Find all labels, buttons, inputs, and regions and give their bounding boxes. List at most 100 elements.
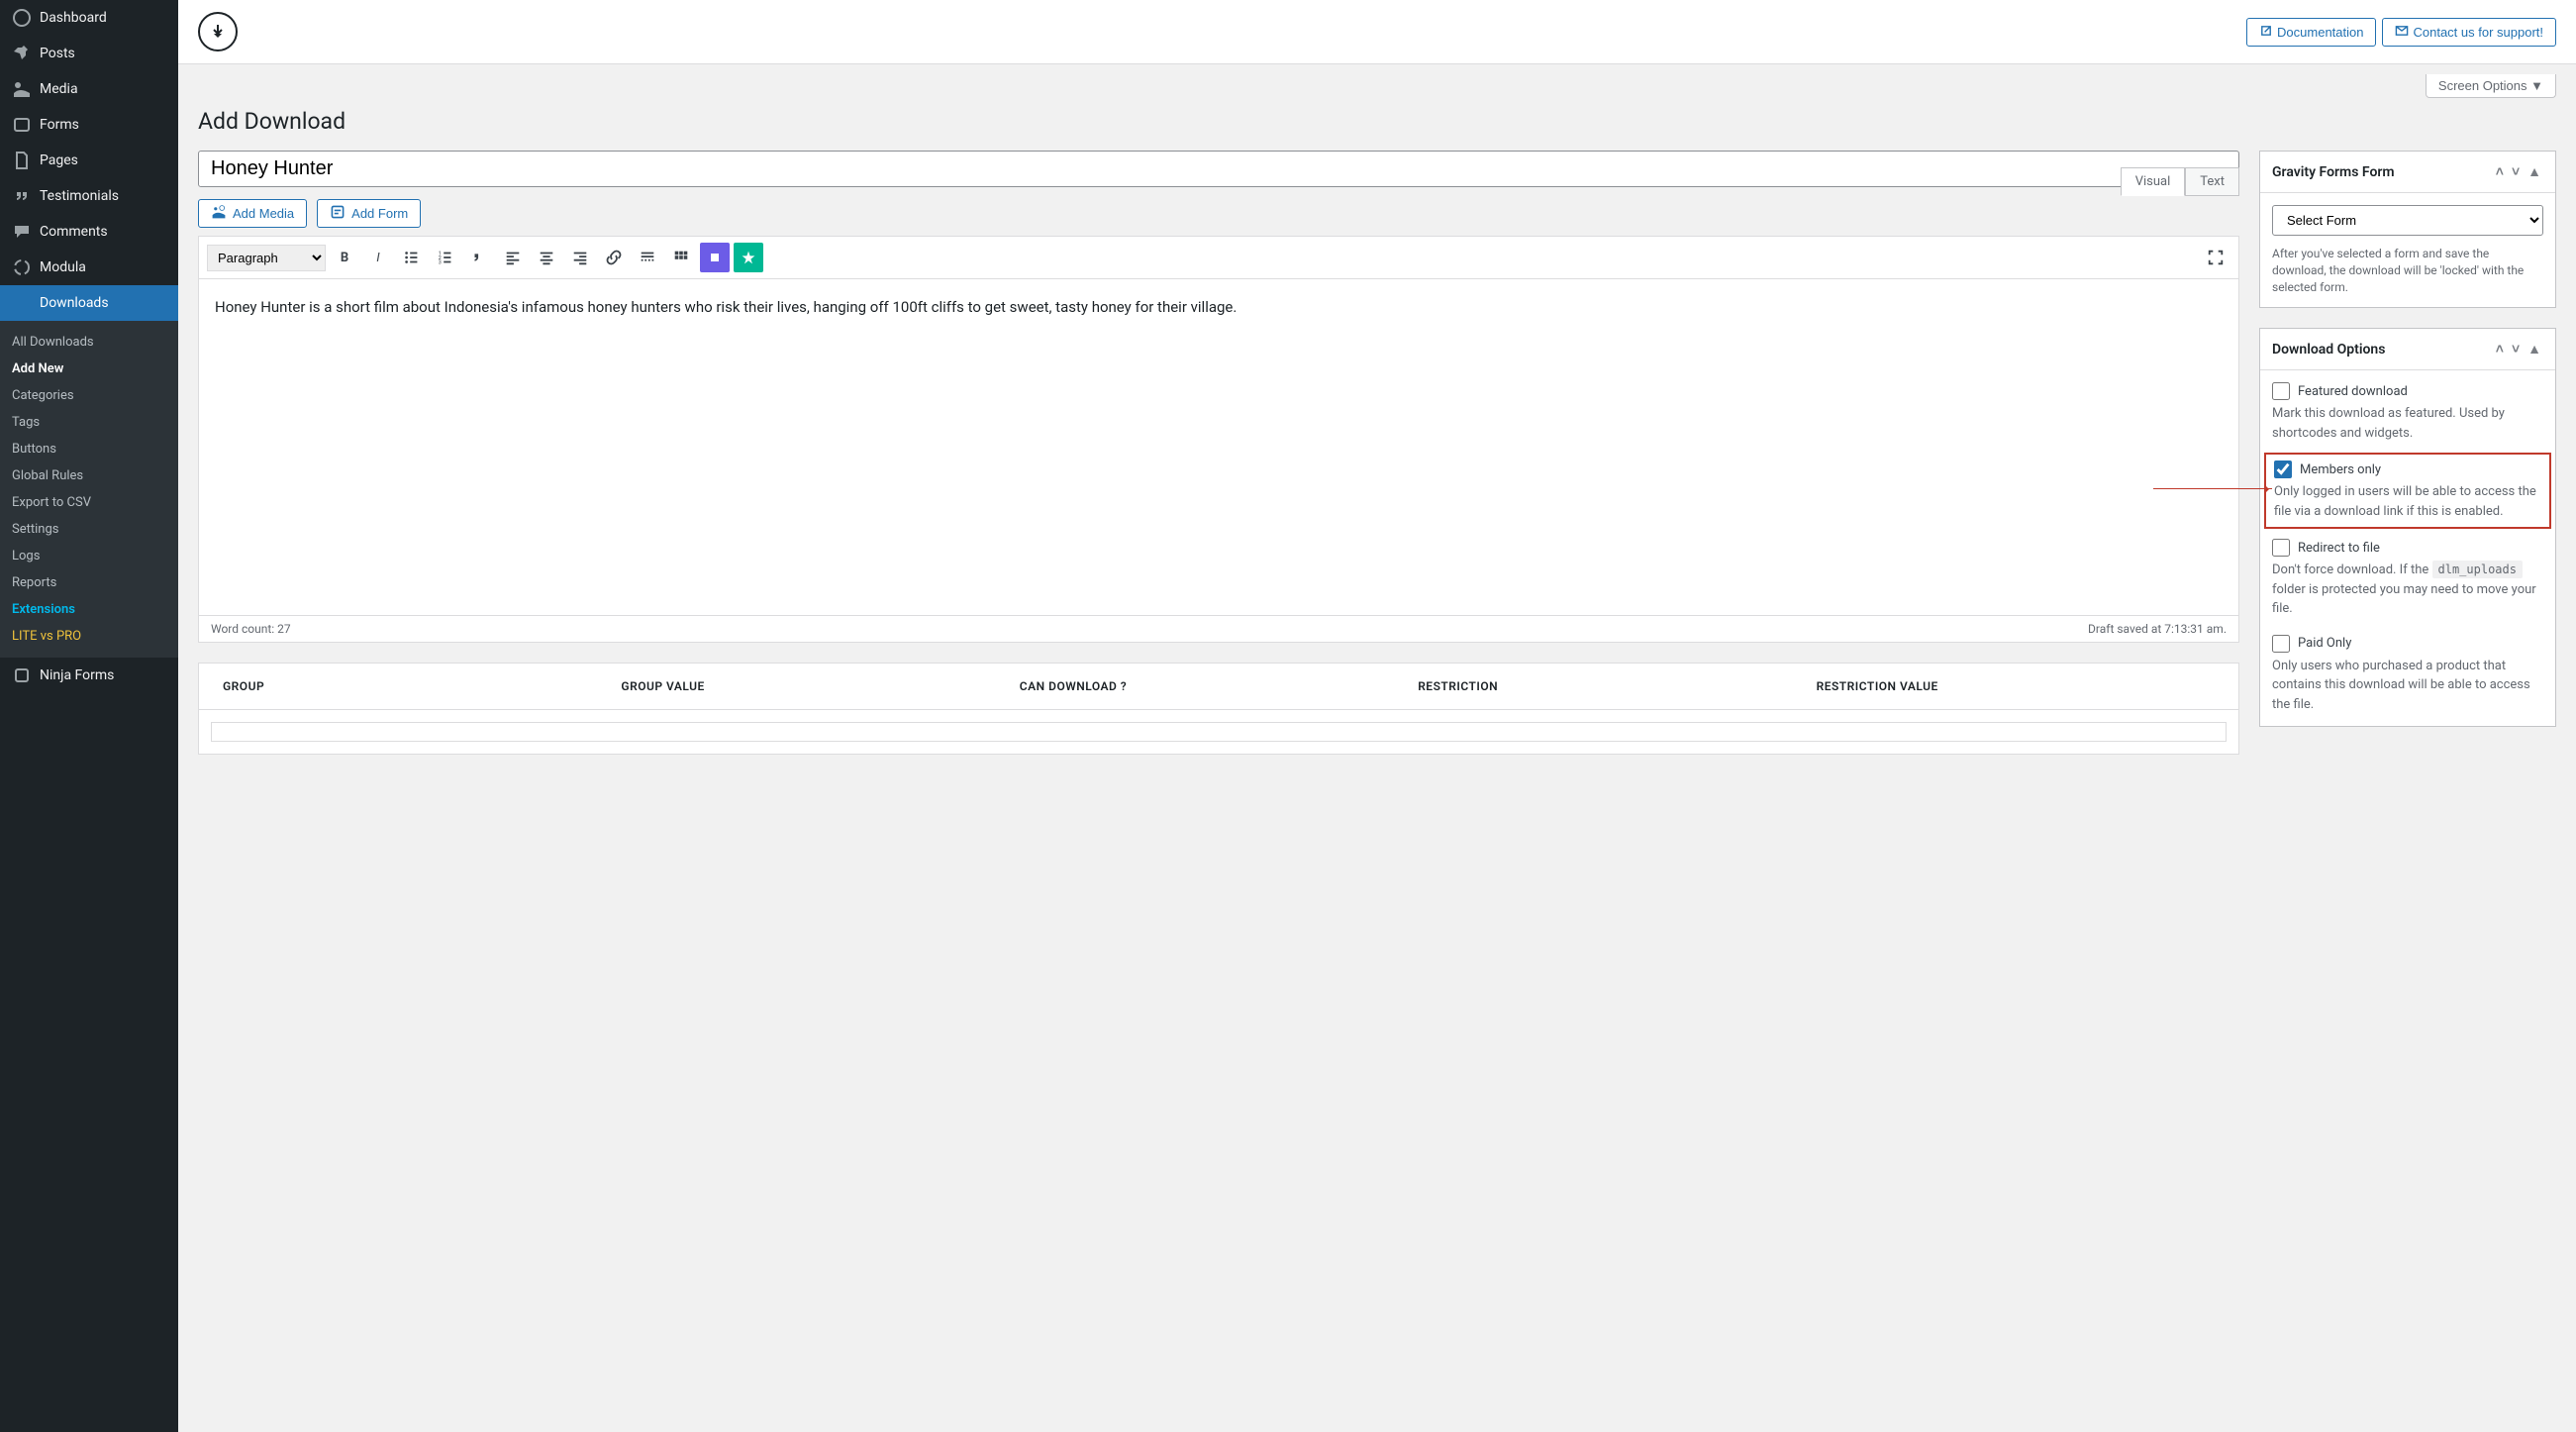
- paid-only-checkbox[interactable]: [2272, 635, 2290, 653]
- menu-pages[interactable]: Pages: [0, 143, 178, 178]
- add-media-button[interactable]: Add Media: [198, 199, 307, 228]
- bullet-list-icon[interactable]: [397, 243, 427, 272]
- menu-label: Media: [40, 81, 78, 97]
- members-only-checkbox[interactable]: [2274, 460, 2292, 478]
- gravity-help-text: After you've selected a form and save th…: [2272, 246, 2543, 295]
- menu-label: Pages: [40, 153, 78, 168]
- menu-ninja-forms[interactable]: Ninja Forms: [0, 658, 178, 693]
- blockquote-icon[interactable]: [464, 243, 494, 272]
- paid-only-option[interactable]: Paid Only: [2272, 635, 2543, 653]
- submenu-add-new[interactable]: Add New: [0, 356, 178, 382]
- page-icon: [12, 151, 32, 170]
- topbar: Documentation Contact us for support!: [178, 0, 2576, 64]
- media-icon: [211, 204, 227, 223]
- featured-download-option[interactable]: Featured download: [2272, 382, 2543, 400]
- submenu-categories[interactable]: Categories: [0, 382, 178, 409]
- collapse-icon[interactable]: ▲: [2526, 339, 2543, 359]
- download-title-input[interactable]: [198, 151, 2239, 187]
- editor-content[interactable]: Honey Hunter is a short film about Indon…: [198, 279, 2239, 616]
- modula-insert-icon[interactable]: [700, 243, 730, 272]
- draft-saved-time: Draft saved at 7:13:31 am.: [2088, 622, 2227, 636]
- menu-comments[interactable]: Comments: [0, 214, 178, 250]
- tab-visual[interactable]: Visual: [2121, 167, 2186, 196]
- align-center-icon[interactable]: [532, 243, 561, 272]
- members-only-highlight: Members only Only logged in users will b…: [2264, 453, 2551, 529]
- admin-sidebar: Dashboard Posts Media Forms Pages: [0, 0, 178, 1432]
- option-description: Only logged in users will be able to acc…: [2274, 482, 2541, 521]
- editor-toolbar: Paragraph B I 123: [198, 236, 2239, 279]
- shortcode-insert-icon[interactable]: [734, 243, 763, 272]
- menu-media[interactable]: Media: [0, 71, 178, 107]
- button-label: Contact us for support!: [2413, 25, 2543, 40]
- submenu-downloads: All Downloads Add New Categories Tags Bu…: [0, 321, 178, 658]
- tab-text[interactable]: Text: [2185, 167, 2239, 196]
- bold-icon[interactable]: B: [330, 243, 359, 272]
- button-label: Documentation: [2277, 25, 2363, 40]
- documentation-button[interactable]: Documentation: [2246, 18, 2376, 47]
- align-right-icon[interactable]: [565, 243, 595, 272]
- menu-posts[interactable]: Posts: [0, 36, 178, 71]
- submenu-reports[interactable]: Reports: [0, 569, 178, 596]
- submenu-export-csv[interactable]: Export to CSV: [0, 489, 178, 516]
- members-only-option[interactable]: Members only: [2274, 460, 2541, 478]
- contact-support-button[interactable]: Contact us for support!: [2382, 18, 2556, 47]
- submenu-extensions[interactable]: Extensions: [0, 596, 178, 623]
- comment-icon: [12, 222, 32, 242]
- panel-title: Download Options: [2272, 342, 2385, 358]
- button-label: Add Form: [351, 206, 408, 221]
- collapse-icon[interactable]: ▲: [2526, 161, 2543, 182]
- read-more-icon[interactable]: [633, 243, 662, 272]
- submenu-global-rules[interactable]: Global Rules: [0, 462, 178, 489]
- menu-modula[interactable]: Modula: [0, 250, 178, 285]
- col-can-download: CAN DOWNLOAD ?: [1020, 679, 1418, 693]
- menu-testimonials[interactable]: Testimonials: [0, 178, 178, 214]
- ninja-icon: [12, 665, 32, 685]
- quote-icon: [12, 186, 32, 206]
- option-label: Redirect to file: [2298, 541, 2380, 556]
- submenu-logs[interactable]: Logs: [0, 543, 178, 569]
- table-row: [199, 709, 2238, 754]
- menu-label: Ninja Forms: [40, 667, 114, 683]
- panel-title: Gravity Forms Form: [2272, 164, 2395, 180]
- move-down-icon[interactable]: ˅: [2510, 339, 2522, 359]
- fullscreen-icon[interactable]: [2201, 243, 2230, 272]
- download-icon: [12, 293, 32, 313]
- toolbar-toggle-icon[interactable]: [666, 243, 696, 272]
- submenu-lite-pro[interactable]: LITE vs PRO: [0, 623, 178, 650]
- submenu-buttons[interactable]: Buttons: [0, 436, 178, 462]
- move-down-icon[interactable]: ˅: [2510, 161, 2522, 182]
- button-label: Add Media: [233, 206, 294, 221]
- gravity-form-select[interactable]: Select Form: [2272, 205, 2543, 236]
- external-link-icon: [2259, 24, 2273, 41]
- col-group: GROUP: [223, 679, 621, 693]
- menu-dashboard[interactable]: Dashboard: [0, 0, 178, 36]
- align-left-icon[interactable]: [498, 243, 528, 272]
- submenu-tags[interactable]: Tags: [0, 409, 178, 436]
- option-label: Members only: [2300, 462, 2381, 477]
- submenu-settings[interactable]: Settings: [0, 516, 178, 543]
- link-icon[interactable]: [599, 243, 629, 272]
- annotation-arrow-icon: [2153, 488, 2272, 489]
- menu-downloads[interactable]: Downloads: [0, 285, 178, 321]
- modula-icon: [12, 257, 32, 277]
- forms-icon: [12, 115, 32, 135]
- redirect-file-option[interactable]: Redirect to file: [2272, 539, 2543, 557]
- pin-icon: [12, 44, 32, 63]
- add-form-button[interactable]: Add Form: [317, 199, 421, 228]
- move-up-icon[interactable]: ˄: [2494, 339, 2506, 359]
- format-select[interactable]: Paragraph: [207, 245, 326, 271]
- media-icon: [12, 79, 32, 99]
- submenu-all-downloads[interactable]: All Downloads: [0, 329, 178, 356]
- numbered-list-icon[interactable]: 123: [431, 243, 460, 272]
- italic-icon[interactable]: I: [363, 243, 393, 272]
- screen-options-button[interactable]: Screen Options ▼: [2426, 74, 2556, 98]
- option-description: Mark this download as featured. Used by …: [2272, 404, 2543, 443]
- menu-forms[interactable]: Forms: [0, 107, 178, 143]
- option-label: Paid Only: [2298, 636, 2351, 651]
- redirect-checkbox[interactable]: [2272, 539, 2290, 557]
- menu-label: Downloads: [40, 295, 109, 311]
- featured-checkbox[interactable]: [2272, 382, 2290, 400]
- menu-label: Posts: [40, 46, 75, 61]
- move-up-icon[interactable]: ˄: [2494, 161, 2506, 182]
- menu-label: Comments: [40, 224, 108, 240]
